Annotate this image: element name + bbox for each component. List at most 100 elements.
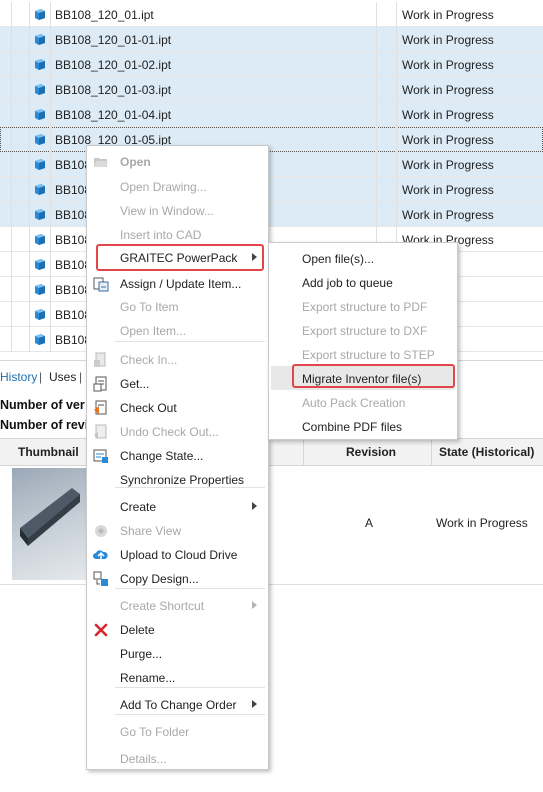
column-divider (376, 52, 377, 77)
get-icon (93, 376, 109, 392)
file-row[interactable]: BB108_120_01-05.ipt Work in Progress (0, 127, 543, 152)
file-row[interactable]: BB108 Work in Progress (0, 177, 543, 202)
file-name: BB108_120_01-03.ipt (55, 83, 172, 97)
menu-item-label: Export structure to PDF (302, 300, 428, 314)
history-table-header: Thumbnail Revision State (Historical) (0, 438, 543, 466)
menu-item-copy-design[interactable]: Copy Design... (87, 567, 268, 591)
column-divider (50, 177, 51, 202)
menu-item-open-item: Open Item... (87, 319, 268, 343)
menu-item-label: Open Item... (120, 324, 187, 338)
file-row[interactable]: BB108_120_01-03.ipt Work in Progress (0, 77, 543, 102)
menu-item-label: Add To Change Order (120, 698, 237, 712)
column-divider (50, 152, 51, 177)
part-file-icon (35, 84, 45, 95)
menu-item-go-to-item: Go To Item (87, 295, 268, 319)
column-divider (396, 202, 397, 227)
menu-item-label: Check Out (120, 401, 177, 415)
submenu-item-export-structure-to-dxf: Export structure to DXF (269, 319, 457, 343)
column-divider (50, 302, 51, 327)
assign-item-icon (93, 276, 109, 292)
column-divider (11, 277, 12, 302)
file-row[interactable]: BB108_120_01.ipt Work in Progress (0, 2, 543, 27)
file-state: Work in Progress (402, 158, 494, 172)
check-out-icon (93, 400, 109, 416)
column-divider (50, 327, 51, 352)
file-row[interactable]: BB108_120_01-01.ipt Work in Progress (0, 27, 543, 52)
tab-separator: | (79, 370, 83, 384)
column-divider (29, 127, 30, 152)
menu-item-change-state[interactable]: Change State... (87, 444, 268, 468)
tab-history[interactable]: History (0, 370, 37, 384)
menu-item-label: Create Shortcut (120, 599, 205, 613)
column-thumbnail[interactable]: Thumbnail (18, 445, 79, 459)
column-divider (11, 27, 12, 52)
menu-item-label: Synchronize Properties (120, 473, 245, 487)
file-name: BB108_120_01-04.ipt (55, 108, 172, 122)
context-menu: Open Open Drawing... View in Window... Inse… (86, 145, 269, 770)
submenu-item-add-job-to-queue[interactable]: Add job to queue (269, 271, 457, 295)
file-row[interactable]: BB108 Work in Progress (0, 152, 543, 177)
menu-item-purge[interactable]: Purge... (87, 642, 268, 666)
menu-item-get[interactable]: Get... (87, 372, 268, 396)
menu-item-label: Insert into CAD (120, 228, 202, 242)
file-state: Work in Progress (402, 33, 494, 47)
tab-separator: | (39, 370, 43, 384)
column-divider (11, 177, 12, 202)
column-divider (50, 2, 51, 27)
menu-item-label: Purge... (120, 647, 163, 661)
file-row[interactable]: BB108_120_01-02.ipt Work in Progress (0, 52, 543, 77)
history-table-row[interactable]: A Work in Progress (0, 464, 543, 585)
column-divider (376, 202, 377, 227)
file-row[interactable]: BB108_120_01-04.ipt Work in Progress (0, 102, 543, 127)
column-divider (29, 327, 30, 352)
column-revision[interactable]: Revision (346, 445, 396, 459)
menu-item-label: Add job to queue (302, 276, 393, 290)
column-divider (50, 52, 51, 77)
menu-item-label: Assign / Update Item... (120, 277, 242, 291)
number-of-revisions-label: Number of revi (0, 418, 89, 432)
submenu-arrow-icon (252, 502, 257, 510)
part-thumbnail-image (20, 488, 80, 546)
submenu-arrow-icon (252, 700, 257, 708)
menu-item-check-out[interactable]: Check Out (87, 396, 268, 420)
undo-check-out-icon (93, 424, 109, 440)
column-divider (50, 202, 51, 227)
menu-item-open-drawing: Open Drawing... (87, 175, 268, 199)
menu-item-label: Combine PDF files (302, 420, 403, 434)
menu-item-label: Open file(s)... (302, 252, 375, 266)
column-divider (376, 152, 377, 177)
menu-item-create[interactable]: Create (87, 495, 268, 519)
column-divider (11, 202, 12, 227)
column-divider (29, 52, 30, 77)
menu-item-label: Copy Design... (120, 572, 199, 586)
menu-item-add-to-change-order[interactable]: Add To Change Order (87, 693, 268, 717)
tab-uses[interactable]: Uses (49, 370, 76, 384)
menu-item-assign-update-item[interactable]: Assign / Update Item... (87, 272, 268, 296)
menu-item-synchronize-properties[interactable]: Synchronize Properties (87, 468, 268, 492)
file-name: BB108_120_01-02.ipt (55, 58, 172, 72)
part-file-icon (35, 309, 45, 320)
menu-item-delete[interactable]: Delete (87, 618, 268, 642)
copy-design-icon (93, 571, 109, 587)
column-divider (50, 252, 51, 277)
menu-item-label: View in Window... (120, 204, 214, 218)
column-state-historical[interactable]: State (Historical) (439, 445, 534, 459)
submenu-item-open-file-s[interactable]: Open file(s)... (269, 247, 457, 271)
submenu-item-combine-pdf-files[interactable]: Combine PDF files (269, 415, 457, 439)
number-of-versions-label: Number of ver (0, 398, 85, 412)
menu-item-rename[interactable]: Rename... (87, 666, 268, 690)
menu-item-label: Export structure to STEP (302, 348, 435, 362)
column-divider (29, 27, 30, 52)
column-divider (11, 102, 12, 127)
menu-item-open: Open (87, 150, 268, 174)
menu-item-label: Go To Folder (120, 725, 190, 739)
column-divider (396, 2, 397, 27)
file-row[interactable]: BB108 Work in Progress (0, 202, 543, 227)
column-divider (50, 27, 51, 52)
column-divider (29, 227, 30, 252)
column-divider (11, 302, 12, 327)
check-in-icon (93, 352, 109, 368)
part-file-icon (35, 259, 45, 270)
file-state: Work in Progress (402, 183, 494, 197)
menu-item-upload-to-cloud-drive[interactable]: Upload to Cloud Drive (87, 543, 268, 567)
